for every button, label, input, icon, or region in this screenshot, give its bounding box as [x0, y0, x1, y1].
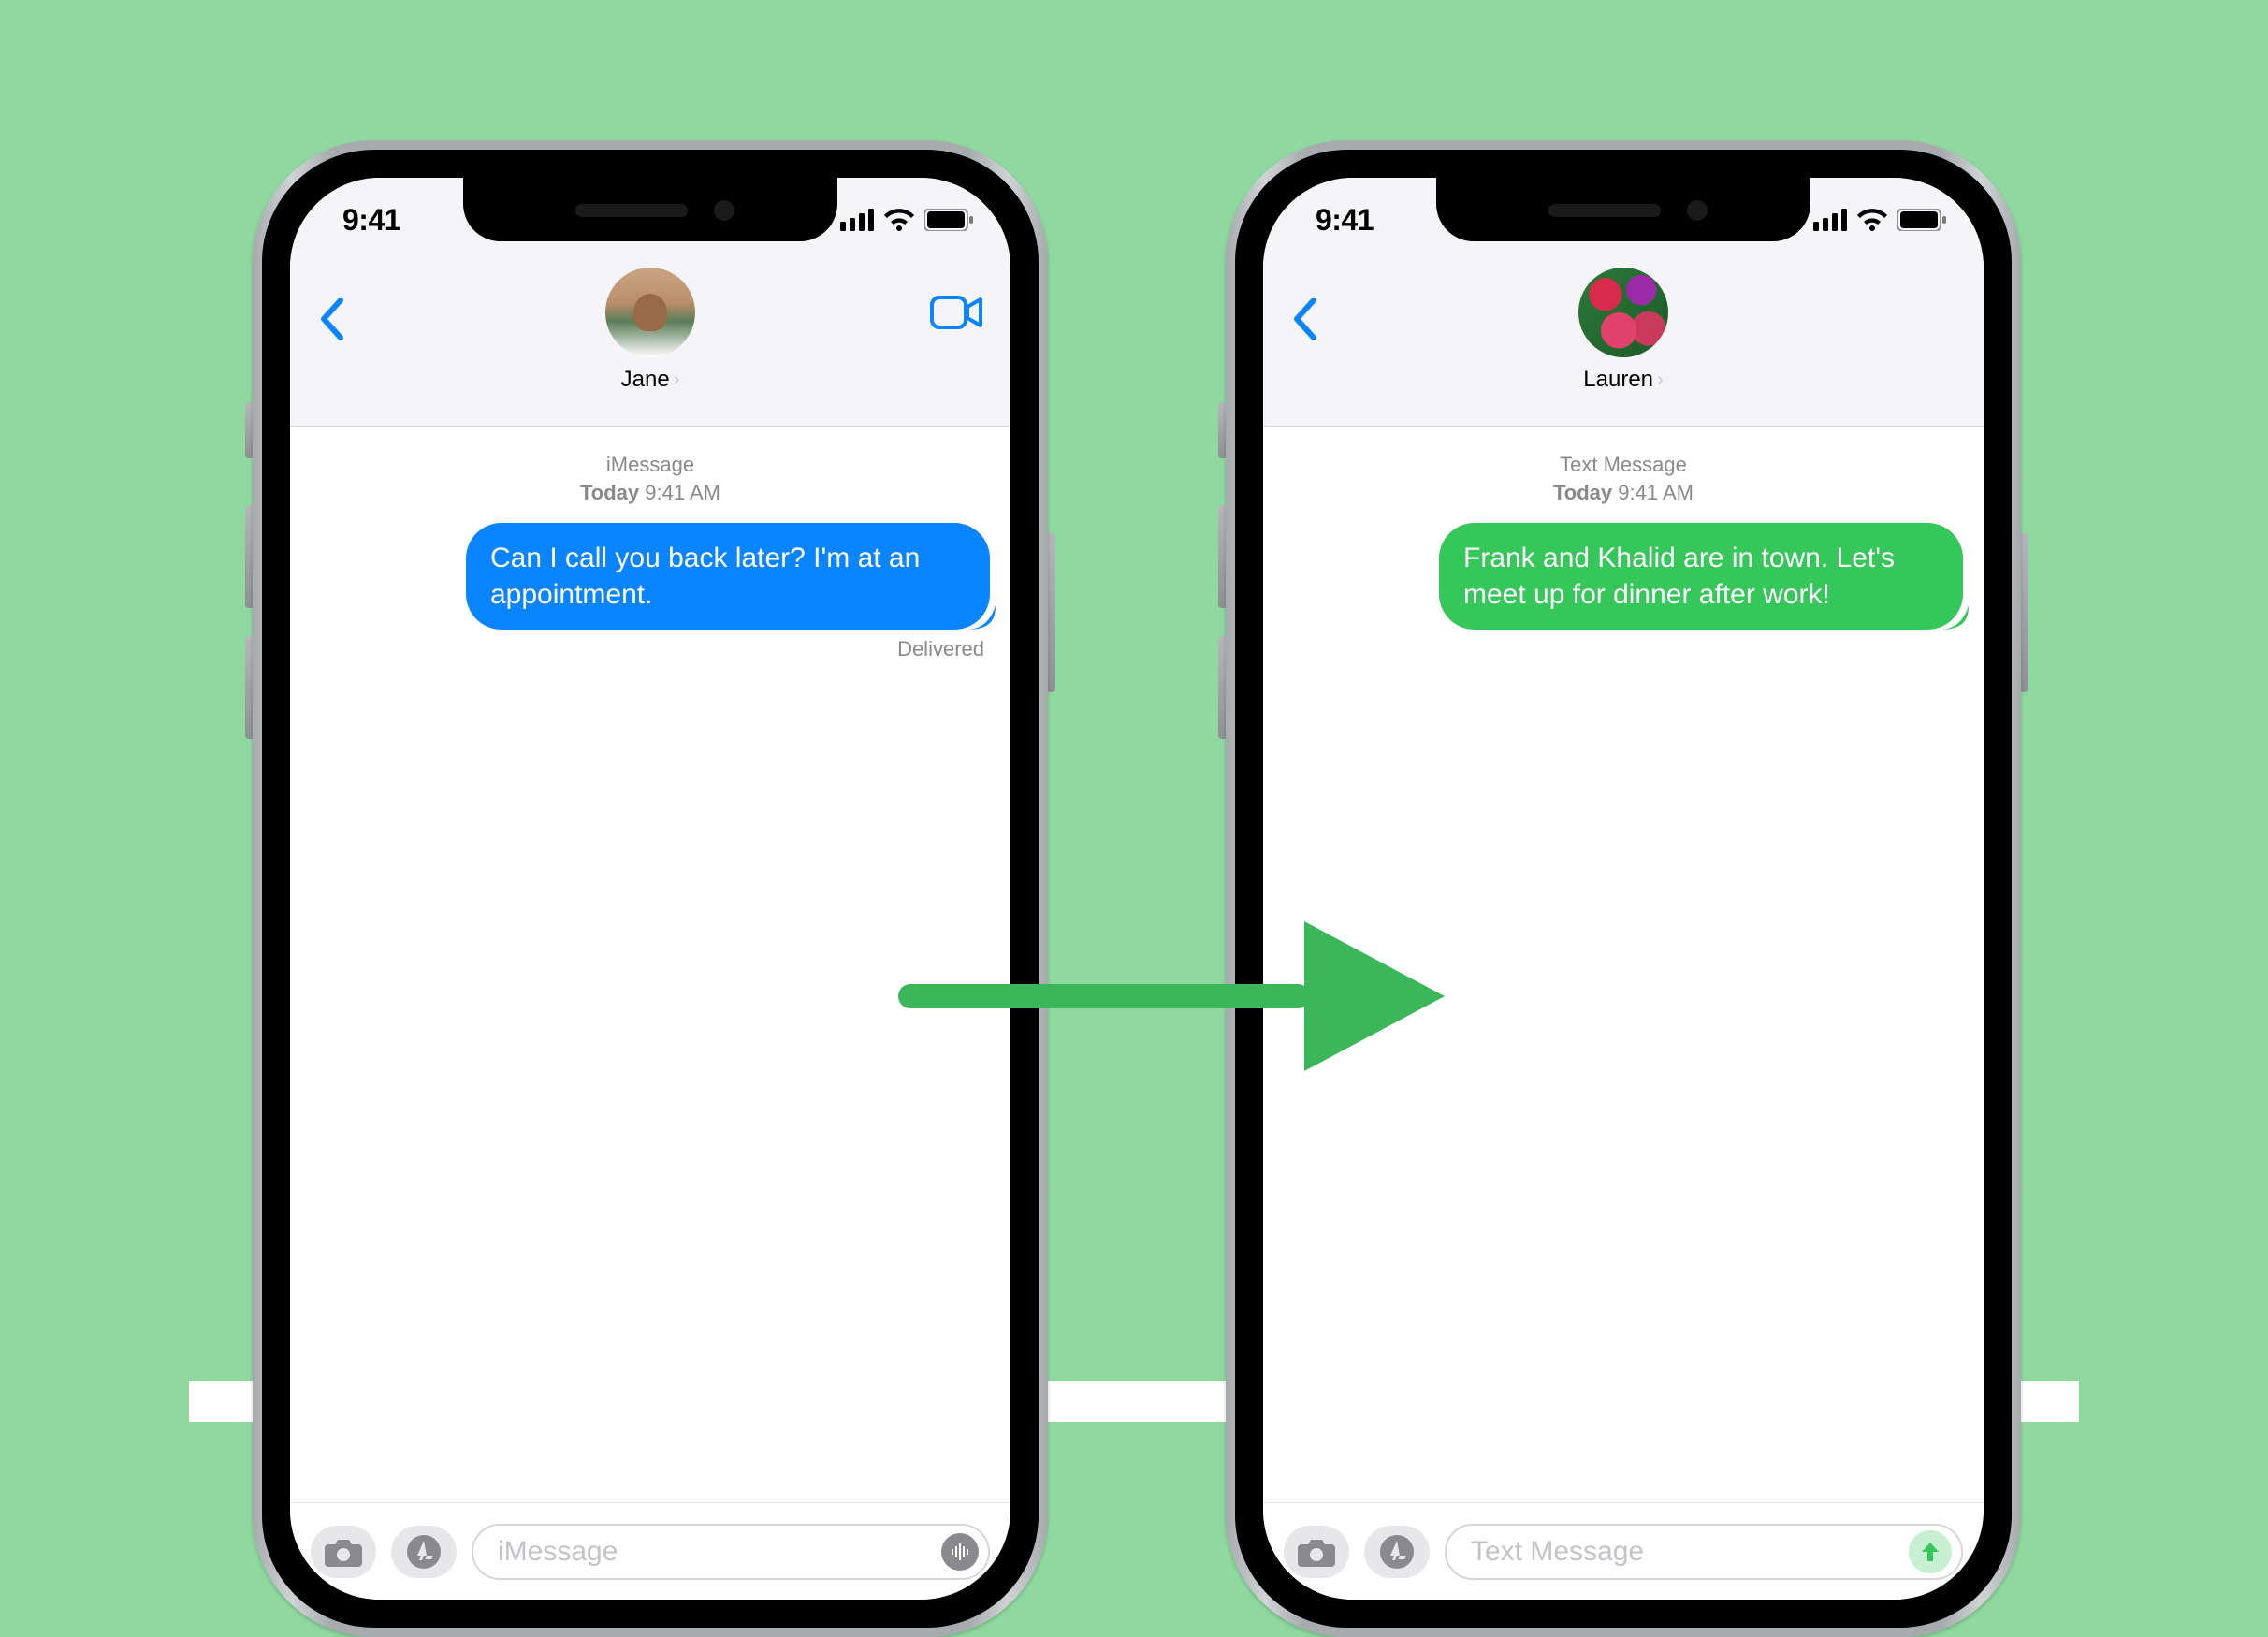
wifi-icon: [1856, 209, 1888, 231]
facetime-button[interactable]: [930, 294, 982, 331]
comparison-stage: 9:41 Jane ›: [0, 0, 2268, 1420]
status-icons: [1813, 209, 1946, 231]
message-placeholder: Text Message: [1471, 1536, 1644, 1568]
camera-icon: [1298, 1537, 1335, 1567]
send-button[interactable]: [1909, 1530, 1952, 1573]
screen: 9:41 Jane ›: [290, 178, 1010, 1600]
status-time: 9:41: [342, 203, 400, 238]
battery-icon: [924, 209, 973, 231]
app-drawer-button[interactable]: [1364, 1526, 1430, 1578]
waveform-icon: [949, 1541, 971, 1563]
avatar: [605, 268, 695, 357]
service-label: Text Message: [1284, 451, 1963, 479]
message-text: Frank and Khalid are in town. Let's meet…: [1463, 543, 1895, 610]
message-placeholder: iMessage: [498, 1536, 618, 1568]
chevron-left-icon: [320, 298, 344, 340]
day-label: Today: [1553, 481, 1612, 504]
battery-icon: [1897, 209, 1946, 231]
chevron-left-icon: [1293, 298, 1317, 340]
status-time: 9:41: [1316, 203, 1374, 238]
outgoing-message-row: Frank and Khalid are in town. Let's meet…: [1284, 523, 1963, 630]
app-store-icon: [1380, 1535, 1414, 1569]
timestamp-header: Text Message Today 9:41 AM: [1284, 451, 1963, 506]
bubble-tail-icon: [1939, 605, 1969, 630]
notch: [1436, 178, 1810, 241]
app-store-icon: [407, 1535, 441, 1569]
video-icon: [930, 296, 982, 329]
time-label: 9:41 AM: [1618, 481, 1694, 504]
arrow-up-icon: [1918, 1540, 1942, 1564]
message-input[interactable]: iMessage: [472, 1524, 990, 1580]
compose-bar: iMessage: [290, 1502, 1010, 1600]
compose-bar: Text Message: [1263, 1502, 1984, 1600]
notch: [463, 178, 837, 241]
contact-name: Lauren: [1583, 367, 1653, 393]
service-label: iMessage: [311, 451, 990, 479]
contact-name-row: Jane ›: [621, 367, 680, 393]
contact-name-row: Lauren ›: [1583, 367, 1663, 393]
cellular-icon: [1813, 209, 1847, 231]
delivery-status: Delivered: [311, 637, 990, 661]
phone-sms: 9:41 Lauren ›: [1226, 140, 2021, 1637]
time-label: 9:41 AM: [645, 481, 720, 504]
outgoing-message-row: Can I call you back later? I'm at an app…: [311, 523, 990, 630]
dictation-button[interactable]: [941, 1533, 979, 1571]
screen: 9:41 Lauren ›: [1263, 178, 1984, 1600]
message-input[interactable]: Text Message: [1445, 1524, 1963, 1580]
camera-button[interactable]: [1284, 1526, 1349, 1578]
back-button[interactable]: [309, 296, 356, 342]
camera-icon: [325, 1537, 362, 1567]
contact-button[interactable]: Lauren ›: [1578, 268, 1668, 393]
app-drawer-button[interactable]: [391, 1526, 457, 1578]
timestamp-header: iMessage Today 9:41 AM: [311, 451, 990, 506]
contact-name: Jane: [621, 367, 670, 393]
conversation-header: Jane ›: [290, 262, 1010, 427]
avatar: [1578, 268, 1668, 357]
cellular-icon: [840, 209, 874, 231]
message-bubble[interactable]: Can I call you back later? I'm at an app…: [466, 523, 990, 630]
conversation-header: Lauren ›: [1263, 262, 1984, 427]
arrow-head-icon: [1304, 921, 1445, 1071]
contact-button[interactable]: Jane ›: [605, 268, 695, 393]
chevron-right-icon: ›: [674, 369, 680, 391]
message-bubble[interactable]: Frank and Khalid are in town. Let's meet…: [1439, 523, 1963, 630]
camera-button[interactable]: [311, 1526, 376, 1578]
day-label: Today: [580, 481, 639, 504]
status-icons: [840, 209, 973, 231]
bubble-tail-icon: [966, 605, 996, 630]
chevron-right-icon: ›: [1657, 369, 1664, 391]
wifi-icon: [883, 209, 915, 231]
transition-arrow: [898, 917, 1497, 1076]
back-button[interactable]: [1282, 296, 1329, 342]
message-text: Can I call you back later? I'm at an app…: [490, 543, 920, 610]
arrow-shaft: [898, 984, 1310, 1008]
phone-imessage: 9:41 Jane ›: [253, 140, 1048, 1637]
